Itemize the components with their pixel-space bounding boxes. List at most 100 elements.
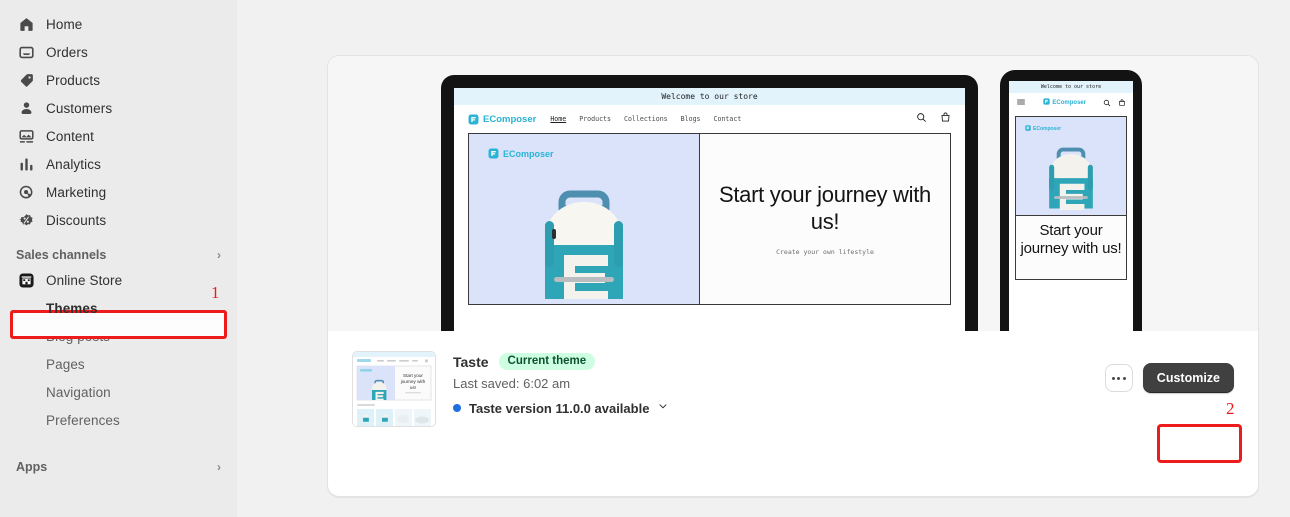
mobile-storefront-logo: EComposer xyxy=(1043,98,1086,107)
theme-card: Welcome to our store EComposer Home Prod… xyxy=(327,55,1259,497)
sidebar: Home Orders Products Customers Content A… xyxy=(0,0,237,517)
apps-label: Apps xyxy=(16,460,48,474)
sidebar-item-label: Online Store xyxy=(46,272,123,288)
main-content: Welcome to our store EComposer Home Prod… xyxy=(237,0,1290,517)
theme-name: Taste xyxy=(453,353,489,370)
annotation-step-2: 2 xyxy=(1226,399,1235,418)
more-options-button[interactable] xyxy=(1104,364,1133,392)
sidebar-item-label: Discounts xyxy=(46,212,107,228)
content-image-icon xyxy=(16,126,36,146)
mobile-hero-text-panel: Start your journey with us! xyxy=(1015,216,1127,280)
sidebar-item-home[interactable]: Home xyxy=(8,10,229,38)
storefront-nav: EComposer Home Products Collections Blog… xyxy=(454,105,965,133)
theme-meta: Taste Current theme Last saved: 6:02 am … xyxy=(453,351,669,417)
ecomposer-logo-icon xyxy=(488,148,499,159)
storefront-hero: EComposer Start your journey with us! Cr… xyxy=(468,133,951,305)
cart-icon[interactable] xyxy=(1118,94,1126,112)
svg-text:Start your: Start your xyxy=(403,373,423,378)
analytics-bars-icon xyxy=(16,154,36,174)
mobile-hero-heading: Start your journey with us! xyxy=(1020,222,1122,257)
svg-text:journey with: journey with xyxy=(400,379,426,384)
storefront-link[interactable]: Home xyxy=(550,115,566,123)
hero-text-panel: Start your journey with us! Create your … xyxy=(699,134,950,304)
sidebar-item-label: Orders xyxy=(46,44,88,60)
storefront-link[interactable]: Products xyxy=(579,115,611,123)
discounts-percent-icon xyxy=(16,210,36,230)
desktop-screen: Welcome to our store EComposer Home Prod… xyxy=(454,88,965,331)
storefront-links: Home Products Collections Blogs Contact xyxy=(550,115,741,123)
theme-actions: Customize xyxy=(1104,351,1234,393)
store-announcement-bar: Welcome to our store xyxy=(454,88,965,105)
customize-button[interactable]: Customize xyxy=(1142,363,1234,393)
dot-icon xyxy=(1111,376,1115,380)
mobile-hero-image-panel: EComposer xyxy=(1015,116,1127,216)
sidebar-item-label: Analytics xyxy=(46,156,101,172)
store-icon xyxy=(16,270,36,290)
mobile-brand-name: EComposer xyxy=(1052,99,1087,106)
mobile-hero-logo: EComposer xyxy=(1025,125,1061,133)
sidebar-item-label: Preferences xyxy=(46,412,120,428)
sales-channels-section-header[interactable]: Sales channels › xyxy=(16,248,221,262)
storefront-brand-name: EComposer xyxy=(483,113,537,125)
hamburger-menu-icon[interactable] xyxy=(1016,94,1026,112)
storefront-link[interactable]: Collections xyxy=(624,115,668,123)
mobile-nav: EComposer xyxy=(1009,93,1133,112)
theme-version-row[interactable]: Taste version 11.0.0 available xyxy=(453,399,669,417)
search-icon[interactable] xyxy=(1103,94,1111,112)
dot-icon xyxy=(1117,376,1121,380)
theme-thumbnail[interactable]: Start your journey with us! xyxy=(352,351,436,427)
status-badge: Current theme xyxy=(498,353,596,370)
customers-person-icon xyxy=(16,98,36,118)
sidebar-item-online-store[interactable]: Online Store xyxy=(8,266,229,294)
hero-subheading: Create your own lifestyle xyxy=(776,247,874,256)
sidebar-item-label: Themes xyxy=(46,300,98,316)
mobile-screen: Welcome to our store EComposer EComposer… xyxy=(1009,81,1133,331)
sidebar-item-products[interactable]: Products xyxy=(8,66,229,94)
search-icon[interactable] xyxy=(916,110,927,128)
cart-icon[interactable] xyxy=(940,110,951,128)
chevron-right-icon: › xyxy=(217,460,221,474)
apps-section-header[interactable]: Apps › xyxy=(16,460,221,474)
storefront-nav-icons xyxy=(916,110,951,128)
svg-text:us!: us! xyxy=(410,385,416,390)
dot-icon xyxy=(1122,376,1126,380)
desktop-preview[interactable]: Welcome to our store EComposer Home Prod… xyxy=(441,75,978,331)
sidebar-item-themes[interactable]: Themes xyxy=(8,294,229,322)
sidebar-item-label: Home xyxy=(46,16,83,32)
storefront-logo: EComposer xyxy=(468,114,536,125)
sidebar-item-analytics[interactable]: Analytics xyxy=(8,150,229,178)
hero-heading: Start your journey with us! xyxy=(719,182,931,234)
backpack-product-image xyxy=(1034,134,1108,215)
sidebar-item-discounts[interactable]: Discounts xyxy=(8,206,229,234)
sidebar-item-customers[interactable]: Customers xyxy=(8,94,229,122)
theme-preview-area: Welcome to our store EComposer Home Prod… xyxy=(328,56,1258,331)
sidebar-item-label: Products xyxy=(46,72,101,88)
theme-card-body: Start your journey with us! Taste Curren… xyxy=(328,331,1258,447)
mobile-nav-icons xyxy=(1103,94,1126,112)
mobile-preview[interactable]: Welcome to our store EComposer EComposer… xyxy=(1000,70,1142,331)
sidebar-item-label: Content xyxy=(46,128,94,144)
storefront-link[interactable]: Contact xyxy=(714,115,742,123)
sidebar-item-label: Customers xyxy=(46,100,113,116)
sidebar-item-label: Blog posts xyxy=(46,328,111,344)
sidebar-item-label: Pages xyxy=(46,356,85,372)
chevron-right-icon: › xyxy=(217,248,221,262)
theme-title-row: Taste Current theme xyxy=(453,353,669,370)
ecomposer-logo-icon xyxy=(468,114,479,125)
sidebar-item-blog-posts[interactable]: Blog posts xyxy=(8,322,229,350)
ecomposer-logo-icon xyxy=(1025,125,1031,133)
sidebar-item-navigation[interactable]: Navigation xyxy=(8,378,229,406)
chevron-down-icon[interactable] xyxy=(657,399,669,417)
orders-icon xyxy=(16,42,36,62)
sidebar-item-preferences[interactable]: Preferences xyxy=(8,406,229,434)
theme-version-text: Taste version 11.0.0 available xyxy=(469,400,650,416)
products-tag-icon xyxy=(16,70,36,90)
sidebar-item-content[interactable]: Content xyxy=(8,122,229,150)
marketing-target-icon xyxy=(16,182,36,202)
storefront-link[interactable]: Blogs xyxy=(681,115,701,123)
sidebar-item-pages[interactable]: Pages xyxy=(8,350,229,378)
hero-image-panel: EComposer xyxy=(469,134,699,304)
sidebar-item-orders[interactable]: Orders xyxy=(8,38,229,66)
home-icon xyxy=(16,14,36,34)
sidebar-item-marketing[interactable]: Marketing xyxy=(8,178,229,206)
